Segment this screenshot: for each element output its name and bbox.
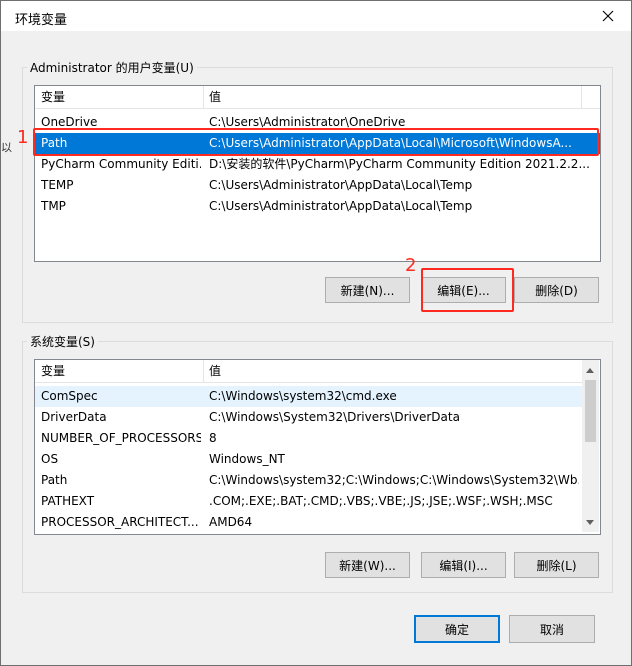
variable-name: Path: [41, 136, 68, 150]
list-item-selected[interactable]: Path C:\Users\Administrator\AppData\Loca…: [35, 133, 600, 154]
system-variables-label: 系统变量(S): [27, 333, 98, 350]
window-title: 环境变量: [15, 13, 68, 28]
variable-value: 8: [209, 431, 217, 445]
user-variables-label: Administrator 的用户变量(U): [27, 59, 197, 76]
variable-value: Windows_NT: [209, 452, 285, 466]
title-bar: 环境变量: [1, 1, 631, 31]
background-text-fragment: 以: [1, 141, 12, 154]
environment-variables-dialog: 环境变量 以 Administrator 的用户变量(U) 变量 值 OneDr…: [0, 0, 632, 666]
list-item[interactable]: DriverData C:\Windows\System32\Drivers\D…: [35, 407, 582, 428]
vertical-scrollbar[interactable]: [582, 360, 599, 532]
annotation-step-1: 1: [17, 127, 29, 148]
system-edit-button[interactable]: 编辑(I)...: [421, 552, 506, 578]
list-item[interactable]: TEMP C:\Users\Administrator\AppData\Loca…: [35, 175, 600, 196]
user-new-button[interactable]: 新建(N)...: [325, 277, 410, 303]
scroll-up-arrow-icon[interactable]: [582, 362, 598, 378]
variable-value: C:\Windows\System32\Drivers\DriverData: [209, 410, 460, 424]
annotation-step-2: 2: [405, 255, 417, 276]
column-separator: [581, 86, 582, 108]
variable-value: C:\Users\Administrator\AppData\Local\Mic…: [209, 136, 572, 150]
variable-name: Path: [41, 473, 68, 487]
user-delete-button[interactable]: 删除(D): [514, 277, 599, 303]
variable-name: NUMBER_OF_PROCESSORS: [41, 431, 201, 445]
column-header-variable[interactable]: 变量: [35, 86, 65, 108]
system-delete-button[interactable]: 删除(L): [514, 552, 599, 578]
close-icon: [602, 10, 614, 22]
variable-value: C:\Windows\system32;C:\Windows;C:\Window…: [209, 473, 579, 487]
variable-value: .COM;.EXE;.BAT;.CMD;.VBS;.VBE;.JS;.JSE;.…: [209, 494, 553, 508]
list-item[interactable]: PATHEXT .COM;.EXE;.BAT;.CMD;.VBS;.VBE;.J…: [35, 491, 582, 512]
system-variables-list[interactable]: 变量 值 ComSpec C:\Windows\system32\cmd.exe…: [34, 359, 601, 535]
list-item[interactable]: TMP C:\Users\Administrator\AppData\Local…: [35, 196, 600, 217]
variable-value: C:\Windows\system32\cmd.exe: [209, 389, 397, 403]
variable-name: TEMP: [41, 178, 74, 192]
list-item[interactable]: OneDrive C:\Users\Administrator\OneDrive: [35, 112, 600, 133]
cancel-button[interactable]: 取消: [509, 615, 595, 643]
list-item[interactable]: NUMBER_OF_PROCESSORS 8: [35, 428, 582, 449]
variable-value: C:\Users\Administrator\AppData\Local\Tem…: [209, 199, 473, 213]
variable-name: DriverData: [41, 410, 107, 424]
variable-name: PROCESSOR_ARCHITECT...: [41, 515, 199, 529]
variable-name: TMP: [41, 199, 66, 213]
variable-name: ComSpec: [41, 389, 98, 403]
scroll-down-arrow-icon[interactable]: [582, 514, 598, 530]
variable-name: OneDrive: [41, 115, 98, 129]
column-header-value[interactable]: 值: [203, 86, 221, 108]
list-item[interactable]: Path C:\Windows\system32;C:\Windows;C:\W…: [35, 470, 582, 491]
column-header-value[interactable]: 值: [203, 360, 221, 382]
variable-value: AMD64: [209, 515, 253, 529]
close-button[interactable]: [595, 5, 621, 27]
user-edit-button[interactable]: 编辑(E)...: [421, 277, 506, 303]
variable-name: PATHEXT: [41, 494, 95, 508]
list-header: 变量 值: [35, 86, 600, 109]
list-header: 变量 值: [35, 360, 582, 383]
variable-value: C:\Users\Administrator\AppData\Local\Tem…: [209, 178, 473, 192]
user-variables-list[interactable]: 变量 值 OneDrive C:\Users\Administrator\One…: [34, 85, 601, 262]
list-item[interactable]: OS Windows_NT: [35, 449, 582, 470]
variable-value: D:\安装的软件\PyCharm\PyCharm Community Editi…: [209, 157, 590, 171]
system-new-button[interactable]: 新建(W)...: [325, 552, 410, 578]
list-item[interactable]: PROCESSOR_ARCHITECT... AMD64: [35, 512, 582, 533]
variable-name: OS: [41, 452, 59, 466]
list-item[interactable]: PyCharm Community Editi... D:\安装的软件\PyCh…: [35, 154, 600, 175]
scrollbar-thumb[interactable]: [585, 380, 596, 442]
ok-button[interactable]: 确定: [414, 615, 500, 643]
column-header-variable[interactable]: 变量: [35, 360, 65, 382]
variable-name: PyCharm Community Editi...: [41, 157, 201, 171]
variable-value: C:\Users\Administrator\OneDrive: [209, 115, 406, 129]
list-item[interactable]: ComSpec C:\Windows\system32\cmd.exe: [35, 386, 582, 407]
